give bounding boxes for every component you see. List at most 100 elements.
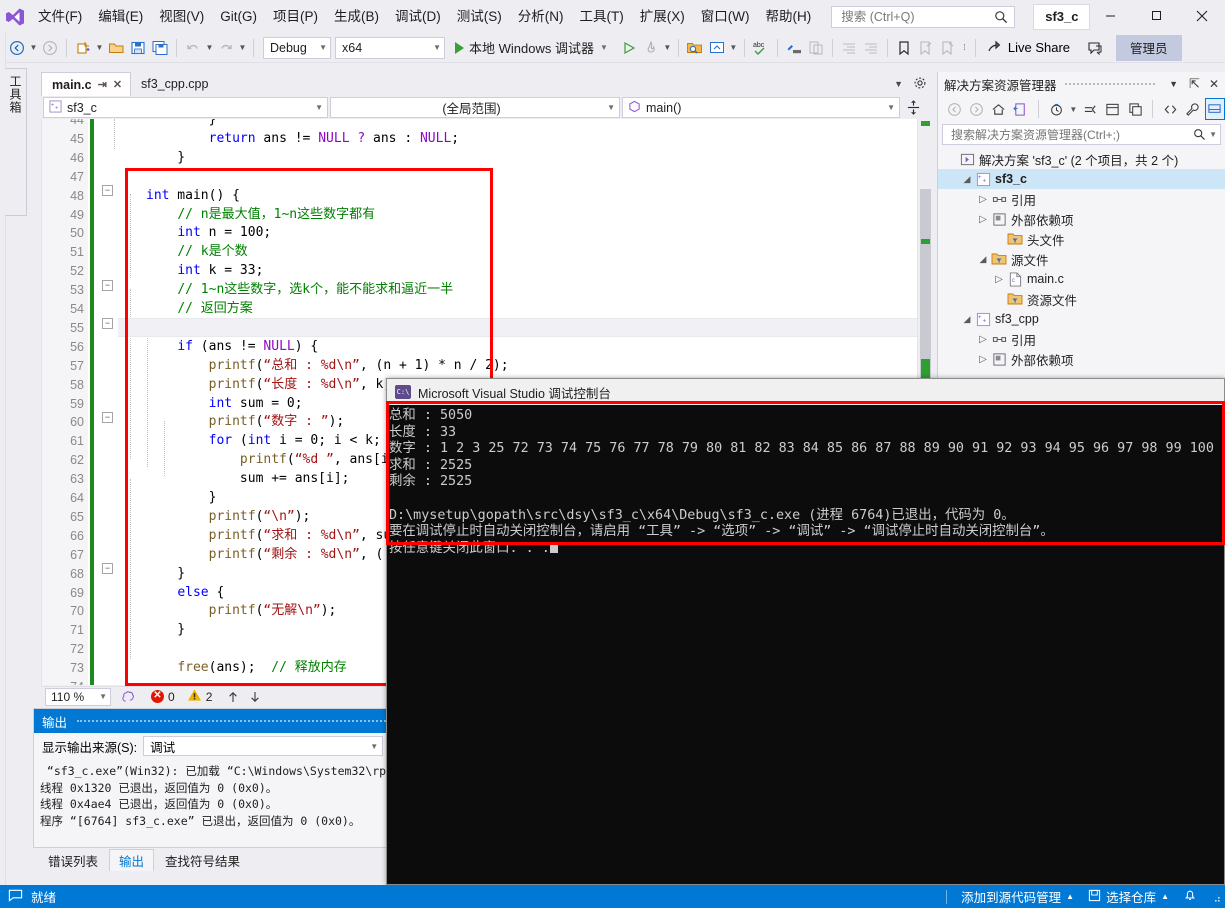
back-icon[interactable] xyxy=(944,98,964,120)
redo-icon[interactable] xyxy=(215,37,237,59)
drag-handle[interactable] xyxy=(1064,83,1156,85)
fold-marker-56[interactable]: − xyxy=(102,318,113,329)
toggle-bookmark-icon[interactable] xyxy=(893,37,915,59)
editor-settings-icon[interactable] xyxy=(913,76,927,93)
code-line[interactable]: 47 xyxy=(42,168,933,187)
tab-find-symbol-results[interactable]: 查找符号结果 xyxy=(156,849,249,871)
solution-tree-item[interactable]: 头文件 xyxy=(938,229,1225,249)
member-combo[interactable]: main() ▼ xyxy=(622,97,900,118)
solution-tree-item[interactable]: 资源文件 xyxy=(938,289,1225,309)
solution-tree-item[interactable]: 解决方案 'sf3_c' (2 个项目，共 2 个) xyxy=(938,149,1225,169)
show-all-files-icon[interactable] xyxy=(1103,98,1123,120)
navigate-backward-dropdown-icon[interactable]: ▼ xyxy=(28,37,39,59)
code-line[interactable]: 52 int k = 33; xyxy=(42,262,933,281)
notifications-button[interactable] xyxy=(1183,888,1197,905)
menu-build[interactable]: 生成(B) xyxy=(326,5,387,29)
intellisense-status-icon[interactable] xyxy=(117,686,139,708)
navigate-forward-icon[interactable] xyxy=(39,37,61,59)
new-project-dropdown-icon[interactable]: ▼ xyxy=(94,37,105,59)
open-file-icon[interactable] xyxy=(105,37,127,59)
chevron-down-icon[interactable]: ▼ xyxy=(1209,130,1217,139)
code-line[interactable]: 54 // 返回方案 xyxy=(42,300,933,319)
tab-main-c[interactable]: main.c ⇥ ✕ xyxy=(41,72,132,96)
bookmark-more-icon[interactable]: ⁞ xyxy=(959,37,970,59)
window-layout-dropdown-icon[interactable]: ▼ xyxy=(728,37,739,59)
code-line[interactable]: 49 // n是最大值，1~n这些数字都有 xyxy=(42,206,933,225)
find-in-files-icon[interactable] xyxy=(684,37,706,59)
expander-icon[interactable]: ▷ xyxy=(976,354,990,365)
solution-tree-item[interactable]: ◢ + + sf3_cpp xyxy=(938,309,1225,329)
window-layout-icon[interactable] xyxy=(706,37,728,59)
menu-project[interactable]: 项目(P) xyxy=(265,5,326,29)
expander-icon[interactable]: ◢ xyxy=(960,314,974,325)
solution-explorer-search-input[interactable] xyxy=(949,126,1179,143)
tab-list-dropdown-icon[interactable]: ▼ xyxy=(894,79,903,89)
spell-check-icon[interactable]: abc xyxy=(750,37,772,59)
undo-icon[interactable] xyxy=(182,37,204,59)
tab-output[interactable]: 输出 xyxy=(109,849,155,871)
fold-marker-48[interactable]: − xyxy=(102,185,113,196)
new-folder-icon[interactable] xyxy=(1125,98,1145,120)
expander-icon[interactable]: ▷ xyxy=(992,274,1006,285)
navigate-backward-icon[interactable] xyxy=(6,37,28,59)
close-icon[interactable]: ✕ xyxy=(1205,77,1219,91)
search-input[interactable] xyxy=(839,8,1000,25)
toolbox-tab[interactable]: 工具箱 xyxy=(5,68,27,216)
undo-dropdown-icon[interactable]: ▼ xyxy=(204,37,215,59)
expander-icon[interactable]: ▷ xyxy=(976,194,990,205)
feedback-icon[interactable] xyxy=(1084,37,1106,59)
debug-console-window[interactable]: C:\ Microsoft Visual Studio 调试控制台 总和 : 5… xyxy=(386,378,1225,885)
fold-marker-69[interactable]: − xyxy=(102,563,113,574)
solution-tree-item[interactable]: ▷ 外部依赖项 xyxy=(938,209,1225,229)
fold-marker-53[interactable]: − xyxy=(102,280,113,291)
comment-selection-icon[interactable] xyxy=(783,37,805,59)
window-menu-chevron-icon[interactable]: ▼ xyxy=(1163,79,1184,89)
error-count-indicator[interactable]: ✕ 0 xyxy=(151,690,175,704)
start-debugging-button[interactable]: 本地 Windows 调试器 ▼ xyxy=(451,37,612,59)
close-icon[interactable]: ✕ xyxy=(113,78,122,91)
live-share-button[interactable]: Live Share xyxy=(981,37,1076,59)
add-to-source-control-button[interactable]: 添加到源代码管理 ▲ xyxy=(961,887,1074,906)
start-without-debugging-icon[interactable] xyxy=(618,37,640,59)
zoom-level-combo[interactable]: 110 % ▼ xyxy=(45,687,111,706)
tab-error-list[interactable]: 错误列表 xyxy=(39,849,107,871)
menu-analyze[interactable]: 分析(N) xyxy=(510,5,572,29)
code-line[interactable]: 48 int main() { xyxy=(42,187,933,206)
menu-extensions[interactable]: 扩展(X) xyxy=(632,5,693,29)
new-project-icon[interactable] xyxy=(72,37,94,59)
solution-tree-item[interactable]: ▷ 引用 xyxy=(938,189,1225,209)
close-button[interactable] xyxy=(1179,0,1225,31)
project-combo[interactable]: + + sf3_c ▼ xyxy=(43,97,328,118)
forward-icon[interactable] xyxy=(966,98,986,120)
menu-git[interactable]: Git(G) xyxy=(212,5,265,29)
quick-launch-search[interactable] xyxy=(831,5,1016,28)
code-line[interactable]: 53 // 1~n这些数字，选k个，能不能求和逼近一半 xyxy=(42,281,933,300)
code-line[interactable]: 51 // k是个数 xyxy=(42,243,933,262)
pin-icon[interactable]: ⇥ xyxy=(98,78,107,91)
sync-with-active-document-icon[interactable] xyxy=(1011,98,1031,120)
solution-tree-item[interactable]: ◢ + + sf3_c xyxy=(938,169,1225,189)
save-icon[interactable] xyxy=(127,37,149,59)
redo-dropdown-icon[interactable]: ▼ xyxy=(237,37,248,59)
solution-tree-item[interactable]: ▷ c main.c xyxy=(938,269,1225,289)
previous-issue-icon[interactable] xyxy=(222,686,244,708)
solution-platform-combo[interactable]: x64 ▼ xyxy=(335,36,445,59)
split-editor-icon[interactable] xyxy=(902,97,924,119)
menu-test[interactable]: 测试(S) xyxy=(449,5,510,29)
menu-tools[interactable]: 工具(T) xyxy=(572,5,632,29)
next-issue-icon[interactable] xyxy=(244,686,266,708)
tab-sf3-cpp[interactable]: sf3_cpp.cpp xyxy=(131,72,217,96)
previous-bookmark-icon[interactable] xyxy=(915,37,937,59)
decrease-indent-icon[interactable] xyxy=(838,37,860,59)
preview-selected-items-icon[interactable] xyxy=(1204,98,1225,120)
expander-icon[interactable]: ◢ xyxy=(960,174,974,185)
menu-help[interactable]: 帮助(H) xyxy=(757,5,819,29)
solution-configuration-combo[interactable]: Debug ▼ xyxy=(263,36,331,59)
code-line[interactable]: 50 int n = 100; xyxy=(42,224,933,243)
code-line[interactable]: 56 if (ans != NULL) { xyxy=(42,338,933,357)
code-line[interactable]: 57 printf(“总和 : %d\n”, (n + 1) * n / 2); xyxy=(42,357,933,376)
uncomment-selection-icon[interactable] xyxy=(805,37,827,59)
warning-count-indicator[interactable]: 2 xyxy=(187,688,212,705)
save-all-icon[interactable] xyxy=(149,37,171,59)
properties-icon[interactable] xyxy=(1182,98,1202,120)
